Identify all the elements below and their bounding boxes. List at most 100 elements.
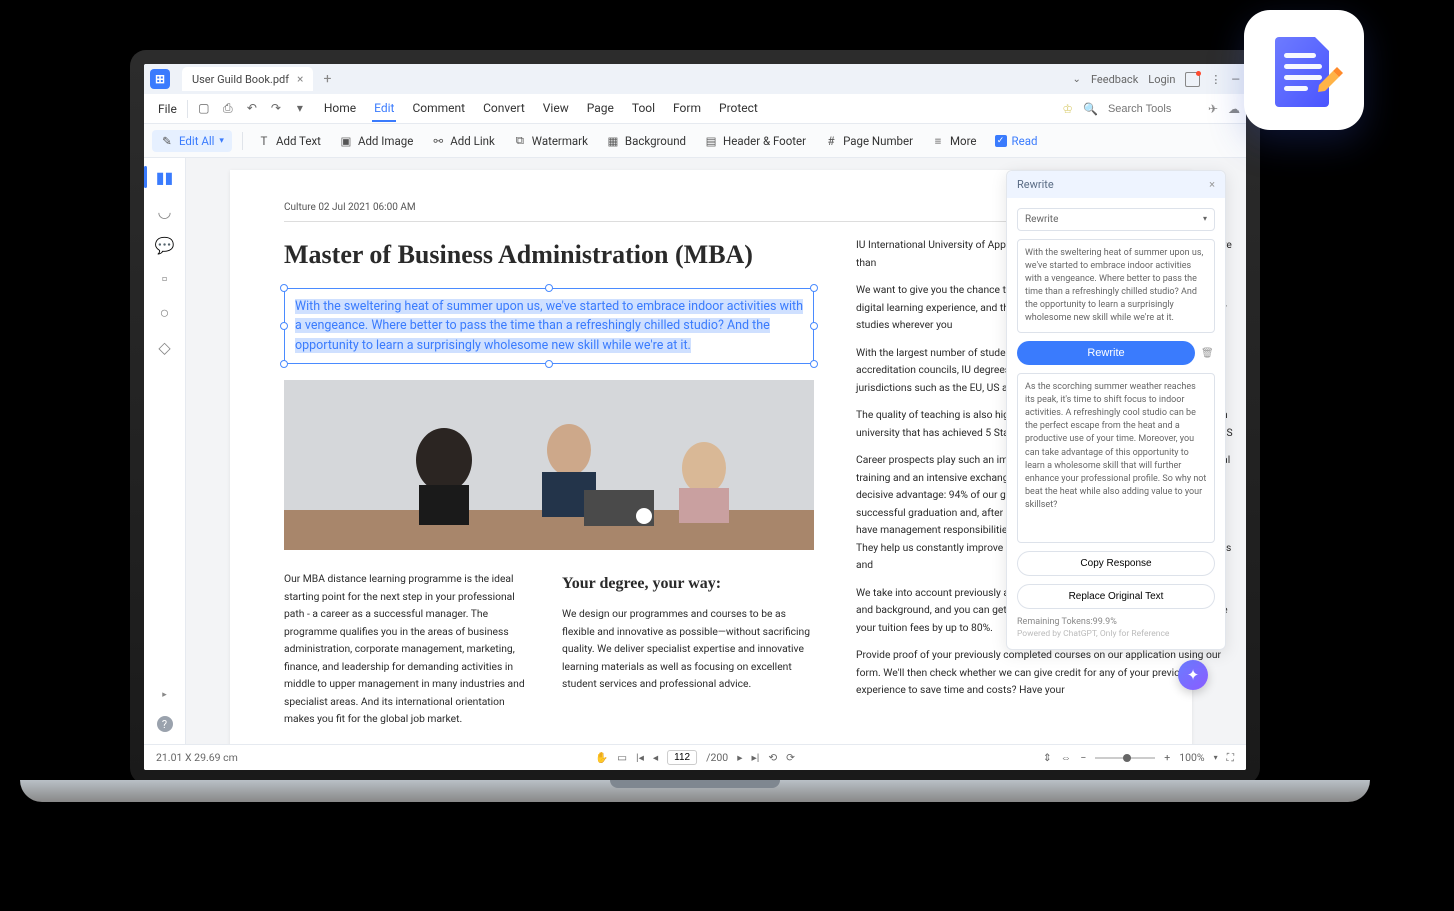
- tab-add-button[interactable]: +: [323, 71, 331, 87]
- search-icon: 🔍: [1083, 102, 1098, 116]
- cloud-icon[interactable]: ☁: [1228, 102, 1240, 116]
- zoom-in-icon[interactable]: +: [1164, 751, 1170, 764]
- page-number-icon: #: [824, 134, 838, 148]
- column-2-heading: Your degree, your way:: [562, 570, 814, 597]
- resize-handle[interactable]: [545, 360, 553, 368]
- link-icon: ⚯: [431, 134, 445, 148]
- tab-home[interactable]: Home: [322, 96, 358, 122]
- bookmark-icon[interactable]: ◡: [156, 202, 174, 220]
- share-icon[interactable]: ✈: [1208, 102, 1218, 116]
- thumbnails-icon[interactable]: ▮▮: [156, 168, 174, 186]
- rewrite-button[interactable]: Rewrite: [1017, 341, 1195, 365]
- ai-panel-title: Rewrite: [1017, 178, 1054, 191]
- resize-handle[interactable]: [810, 284, 818, 292]
- save-icon[interactable]: ▢: [196, 101, 212, 116]
- chevron-down-icon[interactable]: ⌄: [1073, 74, 1081, 85]
- next-page-icon[interactable]: ▸: [737, 751, 742, 764]
- image-icon: ▣: [339, 134, 353, 148]
- menu-bar: File ▢ ⎙ ↶ ↷ ▾ Home Edit Comment Convert…: [144, 94, 1246, 124]
- pencil-icon: ✎: [160, 134, 174, 148]
- fit-height-icon[interactable]: ⇕: [1043, 751, 1052, 764]
- comment-icon[interactable]: 💬: [156, 236, 174, 254]
- collapse-icon[interactable]: ▸: [156, 686, 174, 704]
- ai-assistant-bubble[interactable]: ✦: [1178, 660, 1208, 690]
- more-button[interactable]: ≡More: [927, 131, 981, 151]
- notification-icon[interactable]: [1185, 72, 1200, 87]
- tab-protect[interactable]: Protect: [717, 96, 760, 122]
- powered-by: Powered by ChatGPT, Only for Reference: [1017, 629, 1215, 639]
- selected-text-box[interactable]: With the sweltering heat of summer upon …: [284, 288, 814, 364]
- add-link-button[interactable]: ⚯Add Link: [427, 131, 499, 151]
- search-tools-input[interactable]: [1108, 103, 1198, 115]
- tab-page[interactable]: Page: [585, 96, 616, 122]
- delete-icon[interactable]: 🗑: [1201, 348, 1215, 359]
- resize-handle[interactable]: [545, 284, 553, 292]
- zoom-out-icon[interactable]: −: [1080, 751, 1086, 764]
- fit-width-icon[interactable]: ⇔: [1061, 751, 1072, 764]
- zoom-slider[interactable]: [1095, 757, 1155, 759]
- ai-mode-select[interactable]: Rewrite ▾: [1017, 208, 1215, 231]
- hand-tool-icon[interactable]: ✋: [595, 751, 608, 764]
- left-sidebar: ▮▮ ◡ 💬 ▫ ○ ◇ ▸ ?: [144, 158, 186, 744]
- search-panel-icon[interactable]: ○: [156, 304, 174, 322]
- app-logo-icon: ⊞: [150, 69, 170, 89]
- last-page-icon[interactable]: ▸|: [751, 751, 759, 764]
- file-menu[interactable]: File: [150, 98, 185, 120]
- tab-tool[interactable]: Tool: [630, 96, 657, 122]
- add-text-button[interactable]: TAdd Text: [253, 131, 325, 151]
- more-icon: ≡: [931, 134, 945, 148]
- tab-form[interactable]: Form: [671, 96, 703, 122]
- redo-icon[interactable]: ↷: [268, 101, 284, 116]
- resize-handle[interactable]: [280, 360, 288, 368]
- help-icon[interactable]: ?: [157, 716, 173, 732]
- close-icon[interactable]: ×: [1209, 178, 1215, 191]
- resize-handle[interactable]: [280, 284, 288, 292]
- checkbox-icon: ✓: [995, 135, 1007, 147]
- fullscreen-icon[interactable]: ⛶: [1227, 751, 1234, 765]
- tab-close-icon[interactable]: ×: [297, 72, 303, 86]
- edit-toolbar: ✎Edit All▾ TAdd Text ▣Add Image ⚯Add Lin…: [144, 124, 1246, 158]
- read-toggle[interactable]: ✓Read: [991, 131, 1042, 151]
- bulb-icon[interactable]: ♔: [1062, 102, 1073, 116]
- resize-handle[interactable]: [810, 360, 818, 368]
- tab-title: User Guild Book.pdf: [192, 73, 289, 86]
- tab-comment[interactable]: Comment: [410, 96, 467, 122]
- header-footer-button[interactable]: ▤Header & Footer: [700, 131, 810, 151]
- tab-edit[interactable]: Edit: [372, 96, 396, 122]
- kebab-menu-icon[interactable]: ⋮: [1210, 73, 1221, 86]
- document-tab[interactable]: User Guild Book.pdf ×: [182, 67, 313, 91]
- tab-convert[interactable]: Convert: [481, 96, 527, 122]
- first-page-icon[interactable]: |◂: [636, 751, 644, 764]
- layers-icon[interactable]: ◇: [156, 338, 174, 356]
- edit-all-button[interactable]: ✎Edit All▾: [152, 130, 232, 152]
- rotate-left-icon[interactable]: ⟲: [768, 751, 777, 764]
- page-number-button[interactable]: #Page Number: [820, 131, 917, 151]
- text-icon: T: [257, 134, 271, 148]
- chevron-down-icon[interactable]: ▾: [1214, 753, 1218, 762]
- ai-input-textarea[interactable]: With the sweltering heat of summer upon …: [1017, 239, 1215, 333]
- print-icon[interactable]: ⎙: [220, 101, 236, 116]
- document-viewport[interactable]: Culture 02 Jul 2021 06:00 AM Master of B…: [186, 158, 1246, 744]
- tab-view[interactable]: View: [541, 96, 571, 122]
- minimize-icon[interactable]: —: [1231, 73, 1240, 86]
- product-badge-icon: [1244, 10, 1364, 130]
- ai-output[interactable]: As the scorching summer weather reaches …: [1017, 373, 1215, 543]
- login-link[interactable]: Login: [1148, 73, 1175, 86]
- copy-response-button[interactable]: Copy Response: [1017, 551, 1215, 576]
- background-icon: ▦: [606, 134, 620, 148]
- column-1: Our MBA distance learning programme is t…: [284, 570, 536, 728]
- add-image-button[interactable]: ▣Add Image: [335, 131, 417, 151]
- replace-original-button[interactable]: Replace Original Text: [1017, 584, 1215, 609]
- page-input[interactable]: [667, 750, 697, 765]
- more-quick-icon[interactable]: ▾: [292, 101, 308, 116]
- background-button[interactable]: ▦Background: [602, 131, 690, 151]
- undo-icon[interactable]: ↶: [244, 101, 260, 116]
- resize-handle[interactable]: [810, 322, 818, 330]
- rotate-right-icon[interactable]: ⟳: [786, 751, 795, 764]
- select-tool-icon[interactable]: ▭: [617, 751, 627, 764]
- watermark-button[interactable]: ⧉Watermark: [509, 131, 592, 151]
- feedback-link[interactable]: Feedback: [1091, 73, 1138, 86]
- attachment-icon[interactable]: ▫: [156, 270, 174, 288]
- prev-page-icon[interactable]: ◂: [653, 751, 658, 764]
- resize-handle[interactable]: [280, 322, 288, 330]
